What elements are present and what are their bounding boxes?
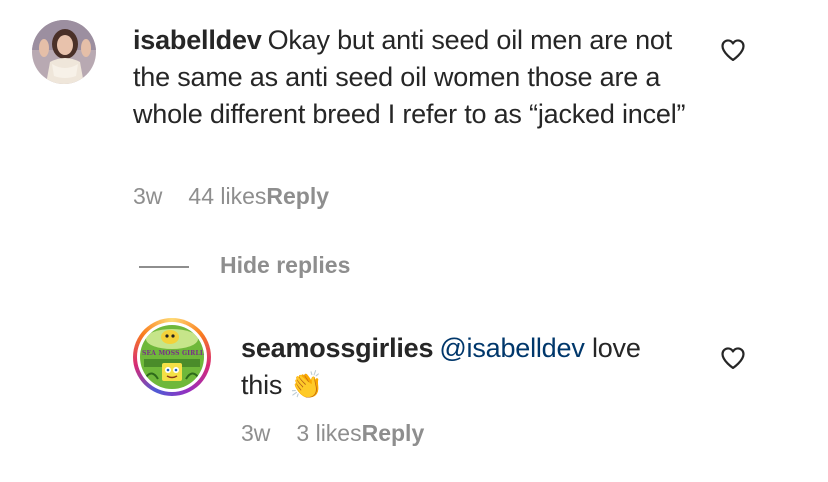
- sponge-cartoon-logo-icon: [140, 325, 204, 389]
- reply-username[interactable]: seamossgirlies: [241, 333, 434, 363]
- replies-divider: [139, 266, 189, 268]
- avatar[interactable]: [32, 20, 96, 84]
- like-heart-icon[interactable]: [719, 344, 747, 372]
- comment-reply-button[interactable]: Reply: [266, 183, 329, 209]
- reply-avatar[interactable]: SEA MOSS GIRLIES: [140, 325, 204, 389]
- reply-likes[interactable]: 3 likes: [296, 420, 361, 446]
- comment-meta: 3w 44 likesReply: [133, 183, 329, 210]
- story-ring[interactable]: SEA MOSS GIRLIES: [133, 318, 211, 396]
- comment-likes[interactable]: 44 likes: [188, 183, 266, 209]
- reply-meta: 3w 3 likesReply: [241, 420, 424, 447]
- clapping-hands-icon: 👏: [289, 370, 324, 400]
- reply-mention-link[interactable]: @isabelldev: [439, 333, 584, 363]
- profile-photo-icon: [32, 20, 96, 84]
- avatar-brand-text: SEA MOSS GIRLIES: [142, 350, 204, 357]
- like-heart-icon[interactable]: [719, 36, 747, 64]
- reply-time: 3w: [241, 420, 271, 446]
- hide-replies-button[interactable]: Hide replies: [220, 252, 350, 279]
- reply-body: seamossgirlies @isabelldev love this 👏: [241, 330, 701, 404]
- comment-username[interactable]: isabelldev: [133, 25, 262, 55]
- reply-reply-button[interactable]: Reply: [362, 420, 425, 446]
- comment-body: isabelldev Okay but anti seed oil men are…: [133, 22, 703, 133]
- comment-time: 3w: [133, 183, 163, 209]
